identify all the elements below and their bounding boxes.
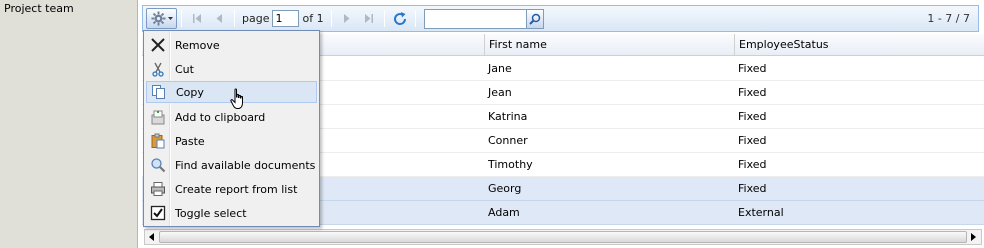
search-button[interactable] [526,8,544,29]
menu-item-remove[interactable]: Remove [146,34,317,56]
last-page-icon [365,14,374,23]
page-count-label: of 1 [302,12,324,25]
actions-context-menu: Remove Cut Copy Add to clipboard Paste F… [143,30,320,227]
cell-first-name: Katrina [488,110,528,123]
toolbar-separator [181,10,182,27]
checkbox-icon [148,204,168,222]
actions-menu-button[interactable] [146,8,177,29]
previous-page-icon [216,14,222,23]
scroll-left-button[interactable] [145,230,159,244]
refresh-icon [393,11,406,25]
scissors-icon [148,60,168,78]
toolbar-separator [414,10,416,27]
column-header-first-name[interactable]: First name [484,34,734,56]
cell-first-name: Timothy [488,158,533,171]
search-icon [528,13,540,25]
next-page-icon [344,14,350,23]
cell-first-name: Georg [488,182,522,195]
cell-first-name: Conner [488,134,528,147]
cell-employee-status: Fixed [738,110,767,123]
menu-item-label: Paste [175,134,205,148]
menu-item-cut[interactable]: Cut [146,58,317,80]
magnifier-icon [148,156,168,174]
cell-employee-status: Fixed [738,86,767,99]
column-header-employee-status[interactable]: EmployeeStatus [734,34,984,56]
scrollbar-thumb[interactable] [159,231,967,243]
cell-employee-status: Fixed [738,62,767,75]
cell-employee-status: Fixed [738,134,767,147]
printer-icon [148,180,168,198]
menu-item-paste[interactable]: Paste [146,130,317,152]
search-box [423,8,544,29]
scroll-right-button[interactable] [967,230,981,244]
next-page-button[interactable] [336,8,358,30]
page-number-input[interactable] [272,10,300,27]
field-label: Project team [4,2,74,15]
menu-item-create-report-from-list[interactable]: Create report from list [146,178,317,200]
menu-item-label: Remove [175,38,220,52]
record-count: 1 - 7 / 7 [927,12,970,25]
menu-item-label: Create report from list [175,182,298,196]
scroll-right-icon [971,233,976,241]
refresh-button[interactable] [389,8,411,30]
add-to-clipboard-icon [148,108,168,126]
gear-icon [150,11,166,26]
cell-employee-status: Fixed [738,158,767,171]
last-page-button[interactable] [358,8,380,30]
scroll-left-icon [149,233,154,241]
menu-item-find-available-documents[interactable]: Find available documents [146,154,317,176]
menu-item-label: Toggle select [175,206,247,220]
cell-employee-status: External [738,206,784,219]
search-input[interactable] [423,8,527,29]
menu-item-label: Find available documents [175,158,316,172]
first-page-icon [192,14,201,23]
remove-icon [148,36,168,54]
grid-toolbar: page of 1 1 - 7 / 7 [142,5,979,32]
menu-item-label: Cut [175,62,194,76]
paste-icon [148,132,168,150]
previous-page-button[interactable] [208,8,230,30]
cell-first-name: Jean [488,86,512,99]
toolbar-separator [234,10,235,27]
hand-cursor-icon [230,88,243,109]
first-page-button[interactable] [186,8,208,30]
menu-item-label: Copy [176,85,204,99]
cell-first-name: Adam [488,206,520,219]
horizontal-scrollbar[interactable] [144,229,982,245]
copy-icon [149,83,169,101]
chevron-down-icon [167,16,173,20]
toolbar-separator [383,10,385,27]
menu-item-toggle-select[interactable]: Toggle select [146,202,317,224]
menu-item-label: Add to clipboard [175,110,266,124]
toolbar-separator [330,10,332,27]
cell-first-name: Jane [488,62,512,75]
cell-employee-status: Fixed [738,182,767,195]
page-label: page [242,12,270,25]
